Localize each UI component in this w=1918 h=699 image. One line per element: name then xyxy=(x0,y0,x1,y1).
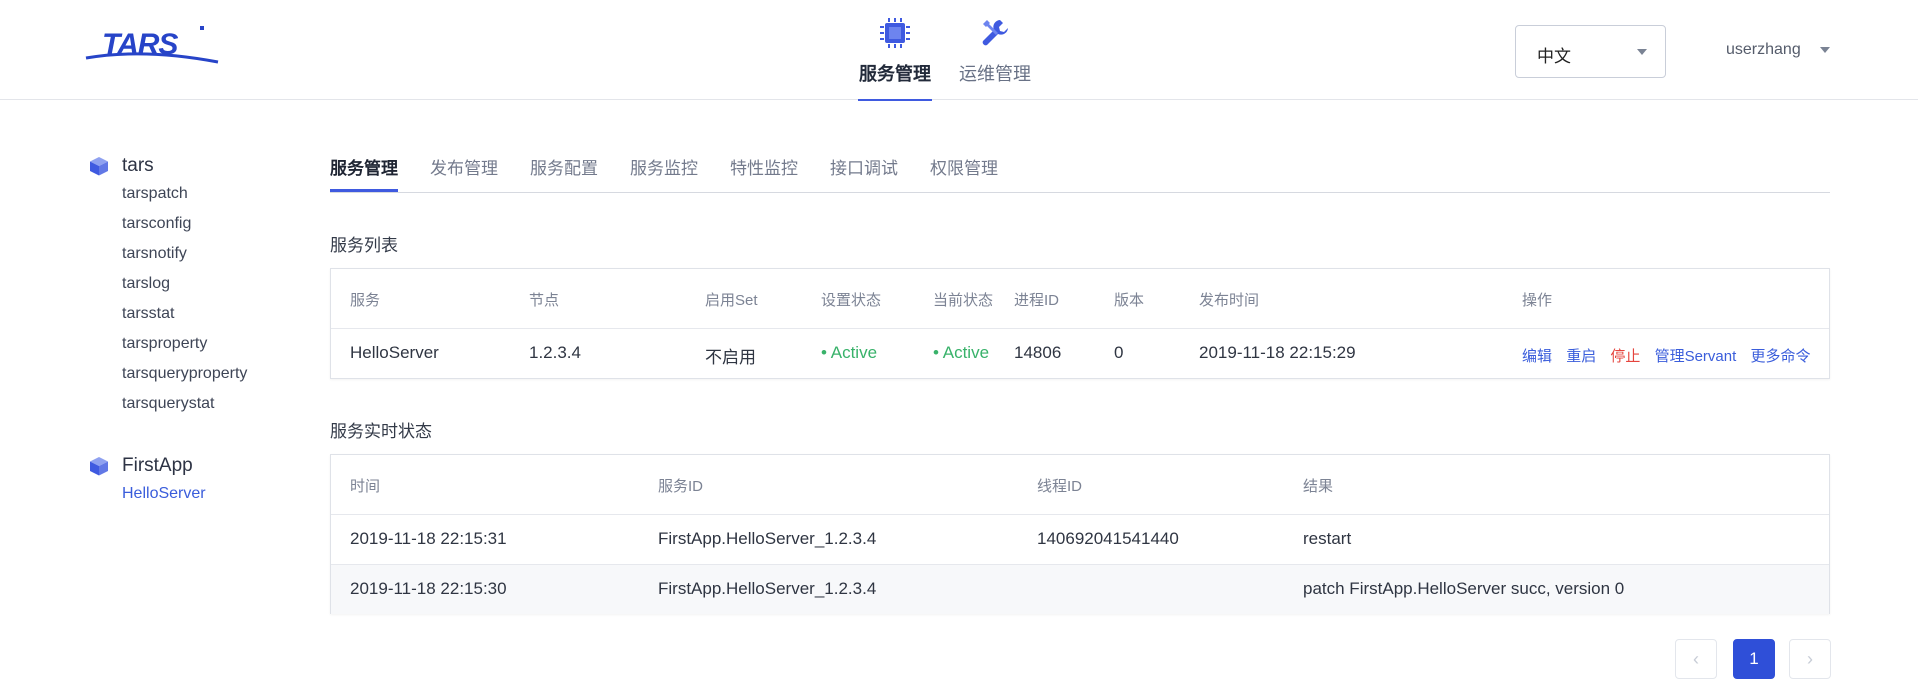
username: userzhang xyxy=(1726,41,1801,58)
tab-property-monitor[interactable]: 特性监控 xyxy=(730,154,798,179)
language-value: 中文 xyxy=(1537,47,1571,66)
cell-set: 不启用 xyxy=(705,348,756,367)
cell-node: 1.2.3.4 xyxy=(529,343,581,362)
cell-version: 0 xyxy=(1114,343,1124,362)
tree-server-tarsconfig[interactable]: tarsconfig xyxy=(122,209,247,239)
col-header-publish-time: 发布时间 xyxy=(1199,292,1260,309)
nav-service-label: 服务管理 xyxy=(859,64,931,84)
cell-result: patch FirstApp.HelloServer succ, version… xyxy=(1303,579,1625,598)
nav-ops-label: 运维管理 xyxy=(959,64,1031,84)
tree-app-firstapp[interactable]: FirstApp xyxy=(88,453,206,479)
tree-server-tarsstat[interactable]: tarsstat xyxy=(122,299,247,329)
col-header-thread-id: 线程ID xyxy=(1037,478,1083,495)
cube-icon xyxy=(90,457,108,476)
nav-service-management[interactable]: 服务管理 xyxy=(858,0,932,101)
table-header-row: 时间 服务ID 线程ID 结果 xyxy=(331,455,1829,515)
table-row: 2019-11-18 22:15:30 FirstApp.HelloServer… xyxy=(331,565,1829,614)
tab-bar: 服务管理 发布管理 服务配置 服务监控 特性监控 接口调试 权限管理 xyxy=(330,150,1830,193)
cell-result: restart xyxy=(1303,529,1352,548)
cell-pid: 14806 xyxy=(1014,343,1062,362)
tree-server-tarsqueryproperty[interactable]: tarsqueryproperty xyxy=(122,359,247,389)
tab-interface-debug[interactable]: 接口调试 xyxy=(830,154,898,179)
tree-server-helloserver[interactable]: HelloServer xyxy=(122,479,206,509)
cell-setting-status: • Active xyxy=(821,343,878,362)
service-list-table: 服务 节点 启用Set 设置状态 当前状态 进程ID 版本 发布时间 操作 He… xyxy=(330,268,1830,379)
more-commands-link[interactable]: 更多命令 xyxy=(1750,348,1810,365)
tree-group-tars: tars tarspatch tarsconfig tarsnotify tar… xyxy=(88,153,247,419)
col-header-pid: 进程ID xyxy=(1014,292,1060,309)
cell-service-id: FirstApp.HelloServer_1.2.3.4 xyxy=(658,529,877,548)
tree-group-firstapp: FirstApp HelloServer xyxy=(88,453,206,509)
service-list-title: 服务列表 xyxy=(330,236,398,255)
tree-server-tarsnotify[interactable]: tarsnotify xyxy=(122,239,247,269)
cell-current-status: • Active xyxy=(933,343,990,362)
col-header-current-status: 当前状态 xyxy=(933,292,994,309)
cell-publish-time: 2019-11-18 22:15:29 xyxy=(1199,343,1356,362)
table-row: 2019-11-18 22:15:31 FirstApp.HelloServer… xyxy=(331,515,1829,565)
col-header-set: 启用Set xyxy=(705,292,758,309)
language-select[interactable]: 中文 xyxy=(1515,25,1666,78)
chevron-down-icon xyxy=(1637,49,1647,55)
current-status-text: Active xyxy=(942,343,990,362)
tree-server-tarspatch[interactable]: tarspatch xyxy=(122,179,247,209)
table-header-row: 服务 节点 启用Set 设置状态 当前状态 进程ID 版本 发布时间 操作 xyxy=(331,269,1829,329)
tree-server-tarsproperty[interactable]: tarsproperty xyxy=(122,329,247,359)
top-header: TARS 服务管理 运维管理 中文 userzhang xyxy=(0,0,1918,101)
tab-publish-management[interactable]: 发布管理 xyxy=(430,154,498,179)
tree-app-label: tars xyxy=(122,155,154,176)
cell-service-id: FirstApp.HelloServer_1.2.3.4 xyxy=(658,579,877,598)
col-header-time: 时间 xyxy=(350,478,381,495)
prev-page-button[interactable]: ‹ xyxy=(1675,639,1717,679)
col-header-result: 结果 xyxy=(1303,478,1334,495)
page-1-button[interactable]: 1 xyxy=(1733,639,1775,679)
cell-actions: 编辑 重启 停止 管理Servant 更多命令 xyxy=(1522,345,1820,366)
chip-icon xyxy=(880,18,910,48)
realtime-status-table: 时间 服务ID 线程ID 结果 2019-11-18 22:15:31 Firs… xyxy=(330,454,1830,614)
user-menu[interactable]: userzhang xyxy=(1726,41,1830,59)
setting-status-text: Active xyxy=(830,343,878,362)
cell-time: 2019-11-18 22:15:30 xyxy=(350,579,507,598)
cell-service: HelloServer xyxy=(350,343,439,362)
tree-app-label: FirstApp xyxy=(122,455,193,476)
tree-app-tars[interactable]: tars xyxy=(88,153,247,179)
realtime-status-title: 服务实时状态 xyxy=(330,422,432,441)
col-header-setting-status: 设置状态 xyxy=(821,292,882,309)
tab-service-management[interactable]: 服务管理 xyxy=(330,154,398,192)
nav-ops-management[interactable]: 运维管理 xyxy=(958,0,1032,100)
tab-service-config[interactable]: 服务配置 xyxy=(530,154,598,179)
col-header-service-id: 服务ID xyxy=(658,478,704,495)
stop-link[interactable]: 停止 xyxy=(1610,348,1640,365)
chevron-down-icon xyxy=(1820,47,1830,53)
tab-service-monitor[interactable]: 服务监控 xyxy=(630,154,698,179)
tree-server-tarslog[interactable]: tarslog xyxy=(122,269,247,299)
col-header-node: 节点 xyxy=(529,292,560,309)
col-header-actions: 操作 xyxy=(1522,292,1553,309)
wrench-icon xyxy=(982,20,1008,46)
cube-icon xyxy=(90,157,108,176)
table-row: HelloServer 1.2.3.4 不启用 • Active • Activ… xyxy=(331,329,1829,379)
col-header-service: 服务 xyxy=(350,292,381,309)
cell-time: 2019-11-18 22:15:31 xyxy=(350,529,507,548)
manage-servant-link[interactable]: 管理Servant xyxy=(1655,348,1737,365)
svg-text:TARS: TARS xyxy=(102,28,178,61)
edit-link[interactable]: 编辑 xyxy=(1522,348,1552,365)
next-page-button[interactable]: › xyxy=(1789,639,1831,679)
cell-thread-id: 140692041541440 xyxy=(1037,529,1179,548)
col-header-version: 版本 xyxy=(1114,292,1145,309)
tars-logo[interactable]: TARS xyxy=(84,22,222,66)
restart-link[interactable]: 重启 xyxy=(1566,348,1596,365)
tab-permission-management[interactable]: 权限管理 xyxy=(930,154,998,179)
tree-server-tarsquerystat[interactable]: tarsquerystat xyxy=(122,389,247,419)
